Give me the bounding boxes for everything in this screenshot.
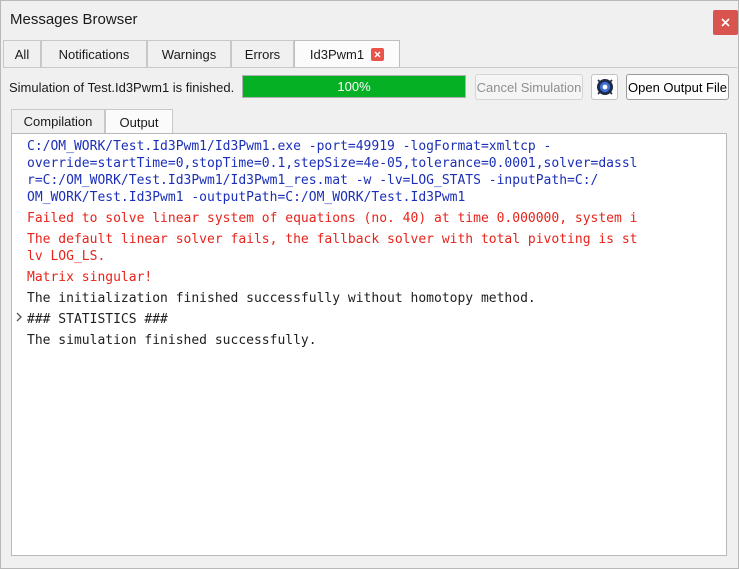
error-message: lv LOG_LS. [27, 249, 106, 264]
tab-all[interactable]: All [3, 40, 41, 67]
title-bar: Messages Browser [1, 1, 738, 39]
error-message: Matrix singular! [27, 270, 153, 285]
simulation-debug-button[interactable] [591, 74, 618, 100]
tab-close-button[interactable] [371, 48, 385, 61]
output-subtabs: Compilation Output [11, 109, 727, 134]
error-message: Failed to solve linear system of equatio… [27, 211, 638, 226]
progress-text: 100% [337, 79, 371, 94]
simulation-progress-bar: 100% [242, 75, 466, 98]
simulation-debug-icon [596, 79, 613, 95]
close-icon [721, 18, 730, 27]
open-output-file-button[interactable]: Open Output File [626, 74, 729, 100]
tab-label: All [14, 46, 30, 62]
error-message: The default linear solver fails, the fal… [27, 232, 638, 247]
open-output-file-label: Open Output File [628, 79, 727, 95]
simulation-output-panel[interactable]: C:/OM_WORK/Test.Id3Pwm1/Id3Pwm1.exe -por… [11, 133, 727, 556]
subtab-label: Compilation [23, 114, 93, 129]
close-window-button[interactable] [713, 10, 738, 35]
tab-compilation[interactable]: Compilation [11, 109, 105, 133]
close-icon [374, 51, 381, 58]
statistics-row[interactable]: ### STATISTICS ### [27, 311, 168, 328]
tab-notifications[interactable]: Notifications [41, 40, 147, 67]
tab-label: Warnings [161, 46, 217, 62]
simulation-status-row: Simulation of Test.Id3Pwm1 is finished. … [1, 72, 738, 104]
message-tabs: All Notifications Warnings Errors Id3Pwm… [3, 40, 737, 68]
cancel-simulation-label: Cancel Simulation [476, 79, 582, 95]
tab-warnings[interactable]: Warnings [147, 40, 231, 67]
tab-label: Notifications [58, 46, 130, 62]
tab-errors[interactable]: Errors [231, 40, 294, 67]
messages-browser-window: Messages Browser All Notifications Warni… [0, 0, 739, 569]
info-message: The simulation finished successfully. [27, 333, 317, 348]
command-line: r=C:/OM_WORK/Test.Id3Pwm1/Id3Pwm1_res.ma… [27, 173, 599, 188]
command-line: OM_WORK/Test.Id3Pwm1 -outputPath=C:/OM_W… [27, 190, 466, 205]
tabs-divider [3, 67, 737, 68]
command-line: C:/OM_WORK/Test.Id3Pwm1/Id3Pwm1.exe -por… [27, 139, 552, 154]
cancel-simulation-button[interactable]: Cancel Simulation [475, 74, 583, 100]
command-line: override=startTime=0,stopTime=0.1,stepSi… [27, 156, 638, 171]
chevron-right-icon[interactable] [14, 311, 24, 323]
window-title: Messages Browser [10, 11, 138, 28]
tab-label: Id3Pwm1 [309, 47, 365, 62]
simulation-status-label: Simulation of Test.Id3Pwm1 is finished. [9, 80, 235, 95]
subtab-label: Output [119, 114, 159, 130]
tab-id3pwm1[interactable]: Id3Pwm1 [294, 40, 400, 68]
info-message: The initialization finished successfully… [27, 291, 536, 306]
tab-label: Errors [244, 46, 281, 62]
tab-output[interactable]: Output [105, 109, 173, 134]
